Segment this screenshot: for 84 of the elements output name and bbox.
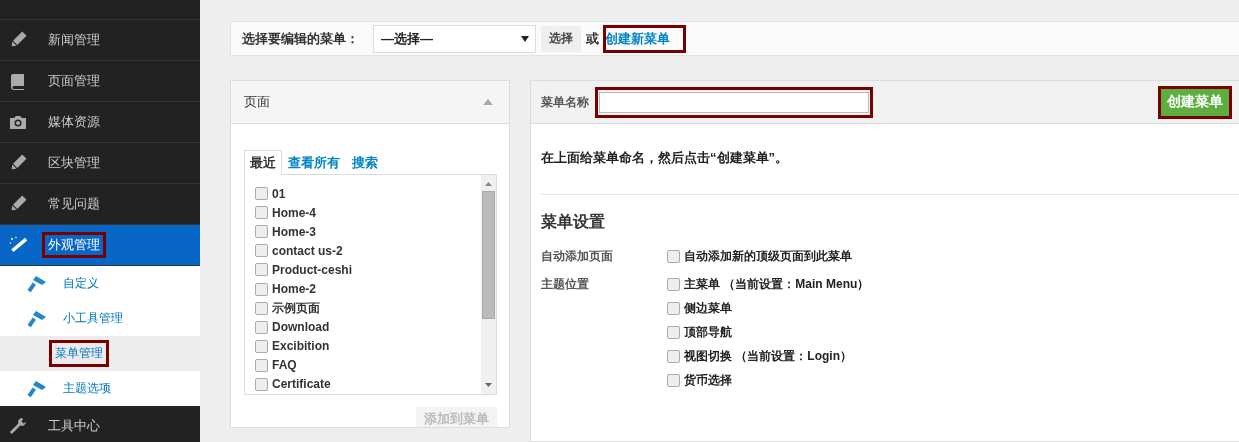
checkbox[interactable] <box>667 374 680 387</box>
tab[interactable]: 搜索 <box>346 150 384 174</box>
create-new-menu-link[interactable]: 创建新菜单 <box>605 26 684 51</box>
caret-icon <box>521 35 529 42</box>
page-label: Download <box>272 320 330 335</box>
sidebar-item[interactable]: 页面管理 <box>0 61 200 102</box>
option-label: 货币选择 <box>684 372 732 389</box>
sidebar-item-label: 常见问题 <box>47 195 101 213</box>
option-label: 视图切换 （当前设置：Login） <box>684 348 852 365</box>
page-label: Product-ceshi <box>272 262 352 277</box>
setting-label: 自动添加页面 <box>541 248 614 265</box>
submenu-item[interactable]: 自定义 <box>0 266 200 301</box>
setting-label: 主题位置 <box>541 276 590 293</box>
sidebar-item[interactable]: 媒体资源 <box>0 102 200 143</box>
page-label: FAQ <box>272 358 297 373</box>
sidebar-item[interactable]: 外观管理 <box>0 225 200 266</box>
panel-title: 页面 <box>244 93 270 111</box>
option-label: 侧边菜单 <box>684 300 732 317</box>
submenu-item[interactable]: 小工具管理 <box>0 301 200 336</box>
option-label: 自动添加新的顶级页面到此菜单 <box>684 248 852 265</box>
checkbox[interactable] <box>255 187 268 201</box>
book-icon <box>9 72 27 90</box>
checkbox[interactable] <box>255 263 268 277</box>
submenu-item[interactable]: 主题选项 <box>0 371 200 406</box>
paintbrush-icon <box>27 274 47 293</box>
sidebar-item-label: 区块管理 <box>47 154 101 172</box>
page-label: contact us-2 <box>272 243 343 258</box>
scroll-down-icon <box>485 383 492 387</box>
option-label: 顶部导航 <box>684 324 732 341</box>
sidebar-item[interactable]: 区块管理 <box>0 143 200 184</box>
scrollbar[interactable] <box>481 175 496 394</box>
tab[interactable]: 查看所有 <box>282 150 346 174</box>
page-label: Home-4 <box>272 205 316 220</box>
checkbox[interactable] <box>255 339 268 353</box>
checkbox[interactable] <box>255 282 268 296</box>
wrench-icon <box>9 417 27 435</box>
panel-header[interactable]: 页面 <box>231 81 509 124</box>
checkbox[interactable] <box>255 378 268 391</box>
checkbox[interactable] <box>667 250 680 263</box>
page-label: 01 <box>272 186 286 201</box>
checkbox[interactable] <box>667 302 680 315</box>
page-label: 示例页面 <box>272 299 320 317</box>
submenu-label: 菜单管理 <box>51 342 107 365</box>
pencil-icon <box>9 195 27 213</box>
option-label: 主菜单 （当前设置：Main Menu） <box>684 276 870 293</box>
instruction-text: 在上面给菜单命名，然后点击“创建菜单”。 <box>541 149 789 167</box>
tab[interactable]: 最近 <box>244 150 282 175</box>
sidebar-item-label: 页面管理 <box>47 72 101 90</box>
checkbox[interactable] <box>255 244 268 258</box>
paintbrush-icon <box>27 309 47 328</box>
page-label: Certificate <box>272 377 331 392</box>
checkbox[interactable] <box>255 320 268 334</box>
sidebar-item-label: 工具中心 <box>47 417 101 435</box>
checkbox[interactable] <box>667 278 680 291</box>
sidebar-item[interactable]: 工具中心 <box>0 406 200 442</box>
page-label: Excibition <box>272 339 330 354</box>
page-label: Home-3 <box>272 224 316 239</box>
pencil-icon <box>9 31 27 49</box>
camera-icon <box>9 113 27 131</box>
menu-select[interactable]: —选择— <box>373 24 536 53</box>
sidebar-item-label: 外观管理 <box>44 234 104 256</box>
scroll-up-icon <box>485 182 492 186</box>
sidebar-item-label: 媒体资源 <box>47 113 101 131</box>
select-menu-label: 选择要编辑的菜单： <box>242 29 359 48</box>
paintbrush-icon <box>27 379 47 398</box>
submenu-label: 小工具管理 <box>62 310 124 327</box>
checkbox[interactable] <box>667 326 680 339</box>
select-button[interactable]: 选择 <box>541 25 581 52</box>
checkbox[interactable] <box>255 358 268 372</box>
pencil-icon <box>9 154 27 172</box>
section-title: 菜单设置 <box>541 212 606 232</box>
or-text: 或 <box>586 29 599 48</box>
sidebar-item[interactable]: 新闻管理 <box>0 20 200 61</box>
checkbox[interactable] <box>255 206 268 220</box>
checkbox[interactable] <box>255 225 268 239</box>
page-label: Home-2 <box>272 282 316 296</box>
submenu-item[interactable]: 菜单管理 <box>0 336 200 371</box>
checkbox[interactable] <box>255 301 268 315</box>
sidebar-item-label: 新闻管理 <box>47 31 101 49</box>
menu-name-label: 菜单名称 <box>541 93 589 111</box>
submenu-label: 主题选项 <box>62 380 112 397</box>
submenu-label: 自定义 <box>62 275 100 292</box>
checkbox[interactable] <box>667 350 680 363</box>
collapse-arrow-icon <box>483 99 493 105</box>
